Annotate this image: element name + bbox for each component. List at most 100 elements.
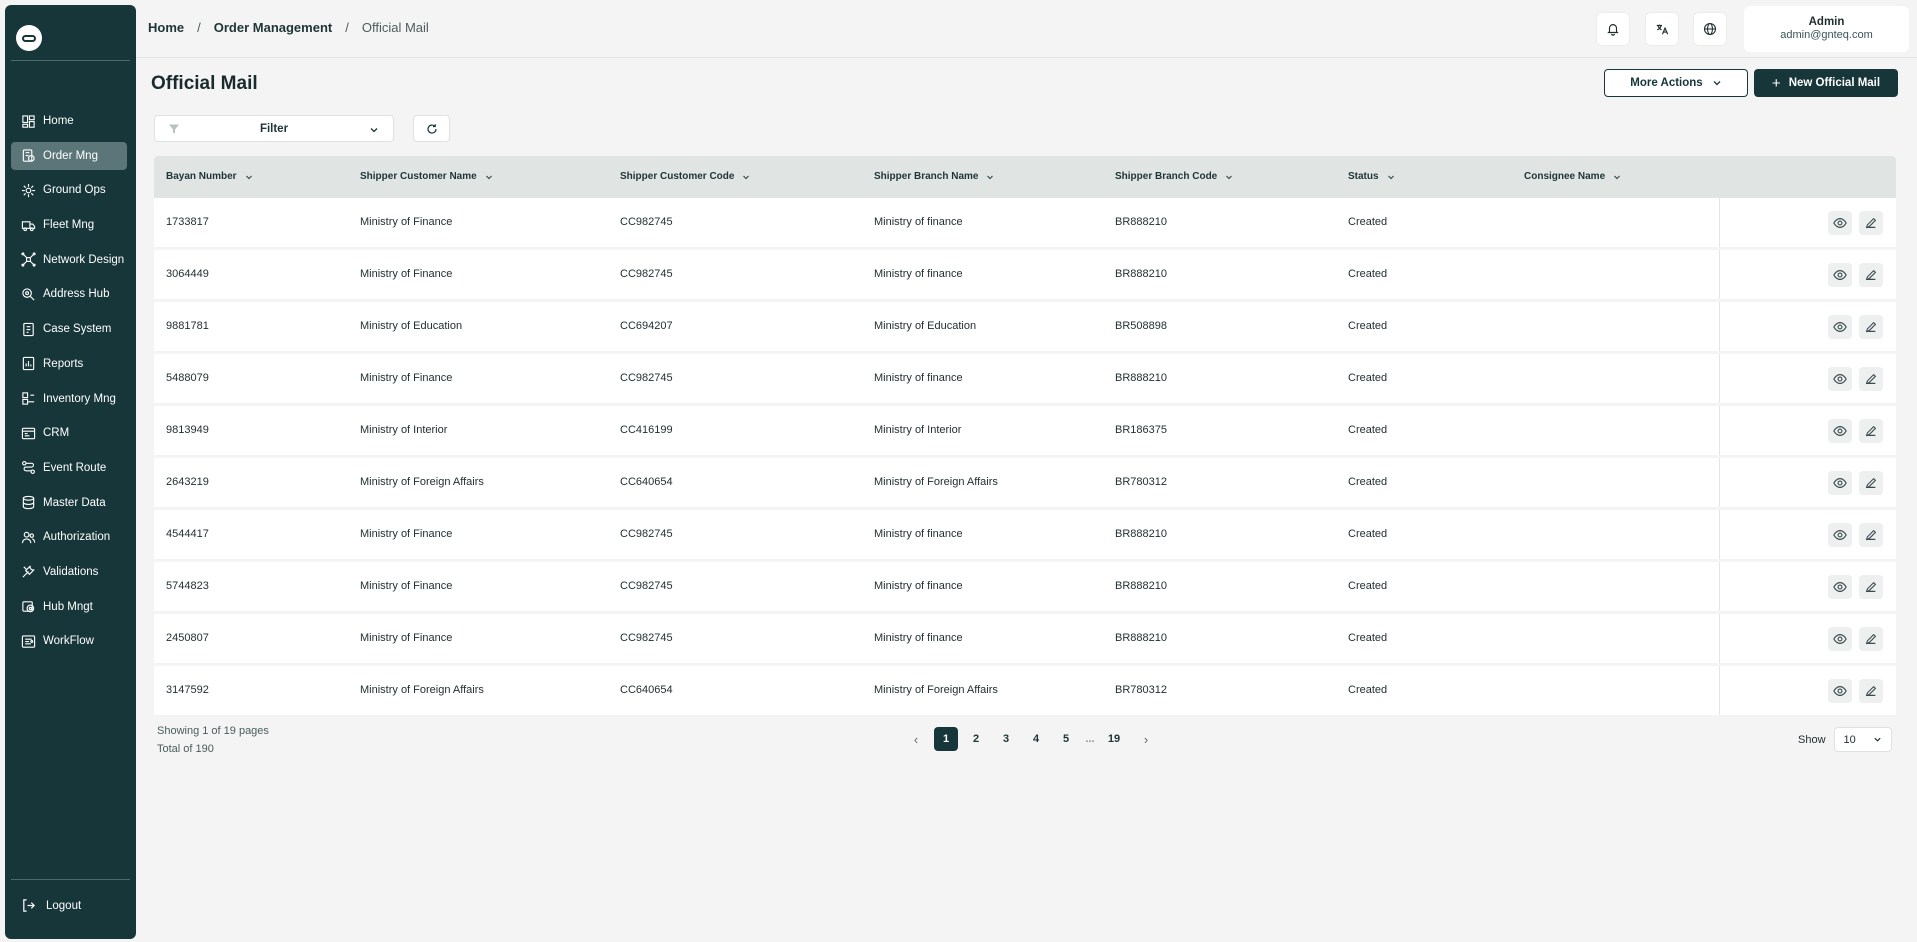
language-button[interactable] [1693, 12, 1727, 46]
edit-button[interactable] [1859, 367, 1883, 391]
more-actions-button[interactable]: More Actions [1604, 69, 1748, 97]
view-button[interactable] [1828, 263, 1852, 287]
view-button[interactable] [1828, 471, 1852, 495]
edit-button[interactable] [1859, 419, 1883, 443]
table-row[interactable]: 2450807 Ministry of Finance CC982745 Minist… [154, 614, 1896, 663]
page-button-1[interactable]: 1 [934, 727, 958, 751]
row-actions-divider [1719, 562, 1720, 611]
table-cell: BR888210 [1115, 632, 1167, 644]
next-page-button[interactable]: › [1134, 727, 1158, 751]
pencil-icon [1865, 685, 1877, 697]
sidebar-item-reports[interactable]: Reports [11, 350, 127, 378]
notifications-button[interactable] [1596, 12, 1630, 46]
row-actions-divider [1719, 458, 1720, 507]
showing-pages-text: Showing 1 of 19 pages [157, 725, 269, 737]
sidebar-item-workflow[interactable]: WorkFlow [11, 627, 127, 655]
page-button-19[interactable]: 19 [1100, 727, 1128, 751]
table-row[interactable]: 2643219 Ministry of Foreign Affairs CC6406… [154, 458, 1896, 507]
sidebar-item-master-data[interactable]: Master Data [11, 489, 127, 517]
table-row[interactable]: 4544417 Ministry of Finance CC982745 Minist… [154, 510, 1896, 559]
pagination: ‹ 1 2 3 4 5... 19 › [904, 727, 1164, 751]
refresh-button[interactable] [413, 115, 450, 142]
sidebar-item-home[interactable]: Home [11, 107, 127, 135]
sidebar-item-hub-mngt[interactable]: Hub Mngt [11, 593, 127, 621]
logout-button[interactable]: Logout [21, 898, 81, 913]
eye-icon [1833, 218, 1847, 228]
sidebar-item-network-design[interactable]: Network Design [11, 246, 127, 274]
table-row[interactable]: 9813949 Ministry of Interior CC416199 Minis… [154, 406, 1896, 455]
pagination-info: Showing 1 of 19 pages Total of 190 [157, 722, 269, 758]
sidebar-item-fleet-mng[interactable]: Fleet Mng [11, 211, 127, 239]
breadcrumb-home[interactable]: Home [148, 20, 184, 35]
view-button[interactable] [1828, 523, 1852, 547]
page-button-5[interactable]: 5 [1054, 727, 1078, 751]
column-header-shipper-branch-name[interactable]: Shipper Branch Name [874, 171, 994, 182]
app-logo-icon[interactable] [16, 25, 42, 51]
sidebar-item-ground-ops[interactable]: Ground Ops [11, 176, 127, 204]
edit-button[interactable] [1859, 263, 1883, 287]
prev-page-button[interactable]: ‹ [904, 727, 928, 751]
page-button-3[interactable]: 3 [994, 727, 1018, 751]
table-cell: BR888210 [1115, 580, 1167, 592]
table-cell: CC982745 [620, 580, 673, 592]
page-button-4[interactable]: 4 [1024, 727, 1048, 751]
edit-button[interactable] [1859, 211, 1883, 235]
sidebar-item-label: Network Design [43, 253, 125, 266]
view-button[interactable] [1828, 367, 1852, 391]
translate-button[interactable] [1645, 12, 1679, 46]
edit-button[interactable] [1859, 575, 1883, 599]
sidebar-item-inventory-mng[interactable]: Inventory Mng [11, 385, 127, 413]
edit-button[interactable] [1859, 523, 1883, 547]
column-header-bayan-number[interactable]: Bayan Number [166, 171, 253, 182]
pencil-icon [1865, 477, 1877, 489]
table-row[interactable]: 5744823 Ministry of Finance CC982745 Minist… [154, 562, 1896, 611]
sidebar-item-authorization[interactable]: Authorization [11, 523, 127, 551]
edit-button[interactable] [1859, 679, 1883, 703]
view-button[interactable] [1828, 575, 1852, 599]
view-button[interactable] [1828, 679, 1852, 703]
table-cell: BR508898 [1115, 320, 1167, 332]
table-cell: 5744823 [166, 580, 209, 592]
column-header-shipper-customer-code[interactable]: Shipper Customer Code [620, 171, 750, 182]
column-header-shipper-customer-name[interactable]: Shipper Customer Name [360, 171, 493, 182]
sidebar-item-order-mng[interactable]: Order Mng [11, 141, 127, 170]
column-header-consignee-name[interactable]: Consignee Name [1524, 171, 1621, 182]
table-cell: Created [1348, 528, 1388, 540]
sidebar-item-event-route[interactable]: Event Route [11, 454, 127, 482]
sidebar-item-case-system[interactable]: Case System [11, 315, 127, 343]
breadcrumb: Home / Order Management / Official Mail [148, 20, 429, 35]
view-button[interactable] [1828, 315, 1852, 339]
sidebar-item-validations[interactable]: Validations [11, 558, 127, 586]
table-row[interactable]: 9881781 Ministry of Education CC694207 Mini… [154, 302, 1896, 351]
table-row[interactable]: 3147592 Ministry of Foreign Affairs CC6406… [154, 666, 1896, 715]
view-button[interactable] [1828, 419, 1852, 443]
table-row[interactable]: 5488079 Ministry of Finance CC982745 Minist… [154, 354, 1896, 403]
column-header-shipper-branch-code[interactable]: Shipper Branch Code [1115, 171, 1233, 182]
edit-button[interactable] [1859, 471, 1883, 495]
page-size-select[interactable]: 10 [1833, 727, 1892, 752]
view-button[interactable] [1828, 627, 1852, 651]
table-cell: Ministry of Finance [360, 580, 453, 592]
breadcrumb-order-management[interactable]: Order Management [214, 20, 332, 35]
table-cell: BR780312 [1115, 476, 1167, 488]
edit-button[interactable] [1859, 627, 1883, 651]
user-profile[interactable]: Admin admin@gnteq.com [1744, 6, 1909, 52]
page-button-2[interactable]: 2 [964, 727, 988, 751]
sidebar-bottom-divider [11, 879, 130, 880]
edit-button[interactable] [1859, 315, 1883, 339]
table-cell: Ministry of Finance [360, 372, 453, 384]
sidebar-item-crm[interactable]: CRM [11, 419, 127, 447]
filter-dropdown[interactable]: Filter [154, 115, 394, 142]
table-cell: Ministry of finance [874, 632, 963, 644]
sidebar-item-address-hub[interactable]: Address Hub [11, 280, 127, 308]
view-button[interactable] [1828, 211, 1852, 235]
sort-chevron-icon [1226, 175, 1233, 179]
new-official-mail-button[interactable]: + New Official Mail [1754, 69, 1898, 97]
pencil-icon [1865, 269, 1877, 281]
table-row[interactable]: 3064449 Ministry of Finance CC982745 Minist… [154, 250, 1896, 299]
logout-icon [23, 899, 35, 912]
table-cell: Ministry of Interior [874, 424, 962, 436]
column-header-status[interactable]: Status [1348, 171, 1395, 182]
table-cell: Created [1348, 424, 1388, 436]
table-row[interactable]: 1733817 Ministry of Finance CC982745 Minist… [154, 198, 1896, 247]
